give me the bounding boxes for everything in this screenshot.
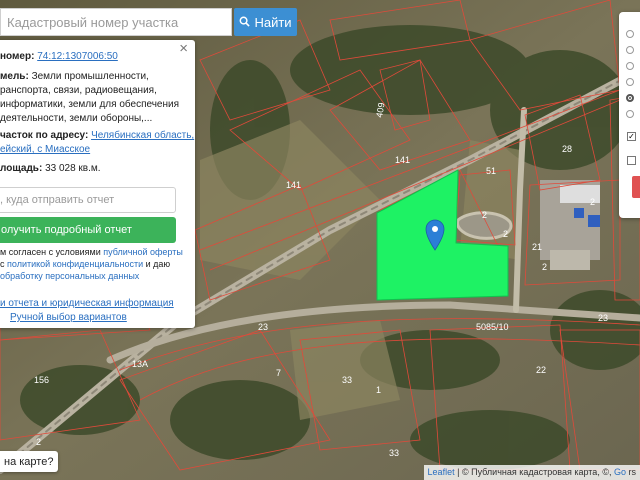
email-field-wrapper <box>0 187 189 213</box>
land-category-label: мель: <box>0 71 29 82</box>
email-field[interactable] <box>0 188 189 212</box>
parcel-info-panel: × номер: 74:12:1307006:50 мель: Земли пр… <box>0 40 195 328</box>
layer-radio[interactable] <box>626 110 634 118</box>
map-label: 2 <box>590 197 595 207</box>
map-label: 2 <box>482 210 487 220</box>
manual-choice-link[interactable]: Ручной выбор вариантов <box>10 311 206 325</box>
address-link[interactable]: Челябинская область, <box>91 130 194 141</box>
cadastral-map-attribution: Публичная кадастровая карта <box>471 467 598 477</box>
attribution-tail: , ©, <box>597 467 612 477</box>
address-label: часток по адресу: <box>0 130 89 141</box>
cadastral-search-input[interactable] <box>1 9 243 35</box>
map-label: 33 <box>389 448 399 458</box>
personal-data-link[interactable]: обработку персональных данных <box>0 271 139 281</box>
map-label: 2 <box>542 262 547 272</box>
search-bar <box>0 8 243 36</box>
consent-text-line: с <box>0 259 5 269</box>
land-category-line: информатики, земли для обеспечения <box>0 99 180 110</box>
manual-choice-link-label: Ручной выбор вариантов <box>10 312 127 323</box>
consent-text-line: м согласен с условиями <box>0 247 101 257</box>
land-category-line: Земли промышленности, <box>31 71 149 82</box>
map-label: 5085/10 <box>476 322 509 332</box>
land-category-line: ранспорта, связи, радиовещания, <box>0 85 157 96</box>
map-label: 2 <box>36 437 41 447</box>
address-link[interactable]: ейский, с Миасское <box>0 144 90 155</box>
buildings <box>540 180 600 270</box>
legal-info-link-label: и отчета и юридическая информация <box>0 298 174 309</box>
cadastral-number-row: номер: 74:12:1307006:50 <box>0 50 196 64</box>
consent-text-line: и даю <box>145 259 171 269</box>
privacy-policy-link[interactable]: политикой конфиденциальности <box>7 259 143 269</box>
layer-radio[interactable] <box>626 62 634 70</box>
map-label: 51 <box>486 166 496 176</box>
land-category-row: мель: Земли промышленности, ранспорта, с… <box>0 70 196 126</box>
map-label: 33 <box>342 375 352 385</box>
map-label: 21 <box>532 242 542 252</box>
search-button-label: Найти <box>254 14 292 30</box>
overlay-checkbox[interactable] <box>627 156 636 165</box>
area-label: лощадь: <box>0 163 43 174</box>
layer-radio[interactable] <box>626 46 634 54</box>
map-label: 7 <box>276 368 281 378</box>
overlay-checkbox-checked[interactable]: ✓ <box>627 132 636 141</box>
cadastral-number-link[interactable]: 74:12:1307006:50 <box>37 51 118 62</box>
public-offer-link[interactable]: публичной оферты <box>103 247 183 257</box>
attribution-separator: | <box>457 467 460 477</box>
google-link[interactable]: Go <box>614 467 626 477</box>
map-label: 22 <box>536 365 546 375</box>
legal-info-link[interactable]: и отчета и юридическая информация <box>0 297 196 311</box>
map-label: 13А <box>132 359 148 369</box>
attribution-tail: rs <box>628 467 637 477</box>
get-report-button[interactable]: олучить подробный отчет <box>0 217 176 243</box>
consent-text: м согласен с условиями публичной оферты … <box>0 246 196 282</box>
map-label: 141 <box>286 180 301 190</box>
on-map-question-button[interactable]: на карте? <box>0 451 58 472</box>
area-value: 33 028 кв.м. <box>45 163 101 174</box>
map-label: 156 <box>34 375 49 385</box>
map-label: 23 <box>598 313 608 323</box>
leaflet-link[interactable]: Leaflet <box>428 467 455 477</box>
cadastral-number-label: номер: <box>0 51 35 62</box>
search-icon <box>239 15 251 30</box>
map-attribution: Leaflet | © Публичная кадастровая карта,… <box>423 465 640 480</box>
map-label: 2 <box>503 229 508 239</box>
land-category-line: деятельности, земли обороны,... <box>0 113 153 124</box>
cadastral-map-icon: © <box>461 467 469 477</box>
map-label: 141 <box>395 155 410 165</box>
address-row: часток по адресу: Челябинская область, е… <box>0 129 196 157</box>
area-row: лощадь: 33 028 кв.м. <box>0 162 196 176</box>
layer-control-panel: ✓ <box>619 12 640 218</box>
layer-radio-selected[interactable] <box>626 94 634 102</box>
map-label: 28 <box>562 144 572 154</box>
search-button[interactable]: Найти <box>234 8 297 36</box>
layer-radio[interactable] <box>626 78 634 86</box>
map-label: 23 <box>258 322 268 332</box>
red-action-button[interactable] <box>632 176 640 198</box>
map-label: 1 <box>376 385 381 395</box>
layer-radio[interactable] <box>626 30 634 38</box>
